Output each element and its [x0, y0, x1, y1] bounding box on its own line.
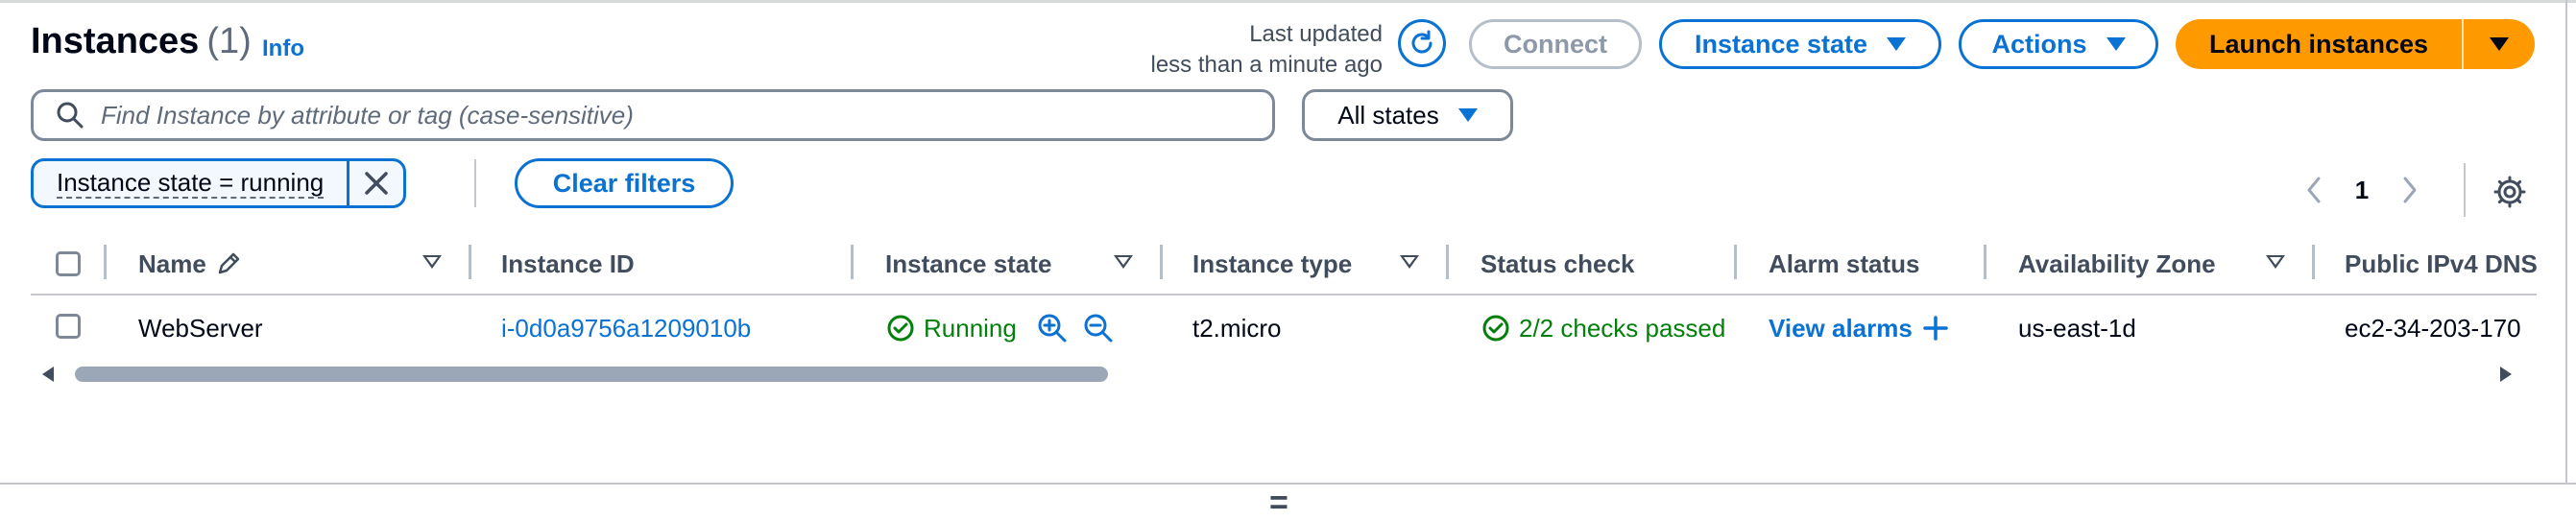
filter-token-text: Instance state = running [57, 168, 325, 199]
cell-availability-zone: us-east-1d [2018, 313, 2136, 343]
column-header-instance-state[interactable]: Instance state [885, 234, 1051, 294]
cell-instance-type: t2.micro [1192, 313, 1282, 343]
zoom-in-icon [1038, 314, 1067, 343]
gear-icon [2493, 176, 2526, 208]
status-check-text: 2/2 checks passed [1519, 313, 1726, 343]
actions-button[interactable]: Actions [1959, 19, 2158, 69]
plus-icon [1923, 316, 1948, 341]
table-header-divider [31, 294, 2537, 296]
column-divider [1446, 245, 1449, 279]
column-divider [2312, 245, 2315, 279]
pagination: 1 [2295, 169, 2429, 211]
cell-status-check: 2/2 checks passed [1481, 299, 1736, 357]
refresh-button[interactable] [1398, 19, 1446, 67]
caret-down-icon [1457, 108, 1478, 122]
column-divider [104, 245, 107, 279]
filter-token-remove-button[interactable] [349, 161, 403, 205]
filter-token-label[interactable]: Instance state = running [34, 161, 350, 205]
zoom-out-button[interactable] [1082, 312, 1115, 344]
filter-token: Instance state = running [31, 158, 407, 208]
zoom-out-icon [1084, 314, 1113, 343]
page-title-text: Instances [31, 21, 200, 61]
search-box [31, 89, 1275, 141]
instance-count: (1) [206, 21, 252, 61]
cell-public-dns: ec2-34-203-170 [2345, 313, 2521, 343]
refresh-icon [1411, 30, 1432, 54]
search-icon [57, 102, 84, 129]
sort-icon[interactable] [2266, 255, 2285, 269]
states-select-value: All states [1337, 100, 1439, 130]
info-link[interactable]: Info [262, 36, 304, 62]
clear-filters-button[interactable]: Clear filters [515, 158, 734, 208]
last-updated-value: less than a minute ago [1150, 52, 1384, 78]
states-select[interactable]: All states [1302, 89, 1513, 141]
page-number[interactable]: 1 [2333, 176, 2391, 205]
caret-down-icon [2106, 37, 2126, 51]
search-input[interactable] [99, 99, 1272, 131]
column-divider [1160, 245, 1163, 279]
table-settings-button[interactable] [2491, 173, 2529, 211]
sort-icon[interactable] [1400, 255, 1419, 269]
launch-options-button[interactable] [2464, 19, 2535, 69]
column-header-status-check[interactable]: Status check [1481, 234, 1634, 294]
column-header-alarm-status[interactable]: Alarm status [1769, 234, 1920, 294]
caret-down-icon [1887, 37, 1907, 51]
scrollbar-thumb[interactable] [75, 367, 1108, 382]
sort-icon[interactable] [1114, 255, 1133, 269]
column-header-name[interactable]: Name [138, 234, 243, 294]
success-check-icon [887, 315, 914, 342]
launch-instances-split-button: Launch instances [2176, 19, 2535, 69]
column-header-instance-type[interactable]: Instance type [1192, 234, 1352, 294]
right-border [2565, 0, 2567, 485]
connect-button[interactable]: Connect [1469, 19, 1642, 69]
next-page-button[interactable] [2391, 171, 2429, 209]
chevron-left-icon [2307, 177, 2321, 203]
scroll-right-arrow[interactable] [2500, 367, 2512, 382]
launch-instances-button[interactable]: Launch instances [2176, 19, 2462, 69]
close-icon [365, 172, 388, 195]
launch-divider [2462, 19, 2464, 69]
pagination-divider [2464, 163, 2466, 217]
page-title: Instances (1) [31, 21, 252, 62]
instance-state-button-label: Instance state [1694, 29, 1868, 59]
column-header-name-label: Name [138, 249, 206, 278]
column-divider [1984, 245, 1986, 279]
view-alarms-label: View alarms [1769, 313, 1913, 343]
column-divider [469, 245, 471, 279]
row-checkbox[interactable] [56, 314, 81, 339]
instance-state-text: Running [924, 313, 1017, 343]
sort-icon[interactable] [422, 255, 442, 269]
select-all-checkbox[interactable] [56, 251, 81, 276]
zoom-in-button[interactable] [1036, 312, 1069, 344]
view-alarms-link[interactable]: View alarms [1769, 299, 1989, 357]
actions-button-label: Actions [1991, 29, 2087, 59]
scroll-left-arrow[interactable] [42, 367, 54, 382]
column-divider [1734, 245, 1737, 279]
top-border [0, 0, 2576, 3]
cell-name: WebServer [138, 313, 263, 343]
previous-page-button[interactable] [2295, 171, 2333, 209]
last-updated-label: Last updated [1249, 21, 1383, 47]
column-divider [851, 245, 854, 279]
cell-instance-state: Running [885, 299, 1154, 357]
pencil-icon [218, 252, 240, 274]
filter-divider [474, 159, 476, 207]
last-updated: Last updated less than a minute ago [1104, 19, 1384, 81]
success-check-icon [1482, 315, 1509, 342]
connect-button-label: Connect [1504, 29, 1607, 59]
resize-handle-icon[interactable]: = [1269, 486, 1288, 519]
column-header-availability-zone[interactable]: Availability Zone [2018, 234, 2216, 294]
instance-state-button[interactable]: Instance state [1659, 19, 1941, 69]
clear-filters-label: Clear filters [552, 168, 696, 198]
instance-id-link[interactable]: i-0d0a9756a1209010b [501, 299, 837, 357]
column-header-public-ipv4-dns[interactable]: Public IPv4 DNS [2345, 234, 2537, 294]
caret-down-icon [2490, 37, 2509, 51]
column-header-instance-id[interactable]: Instance ID [501, 234, 635, 294]
chevron-right-icon [2403, 177, 2417, 203]
